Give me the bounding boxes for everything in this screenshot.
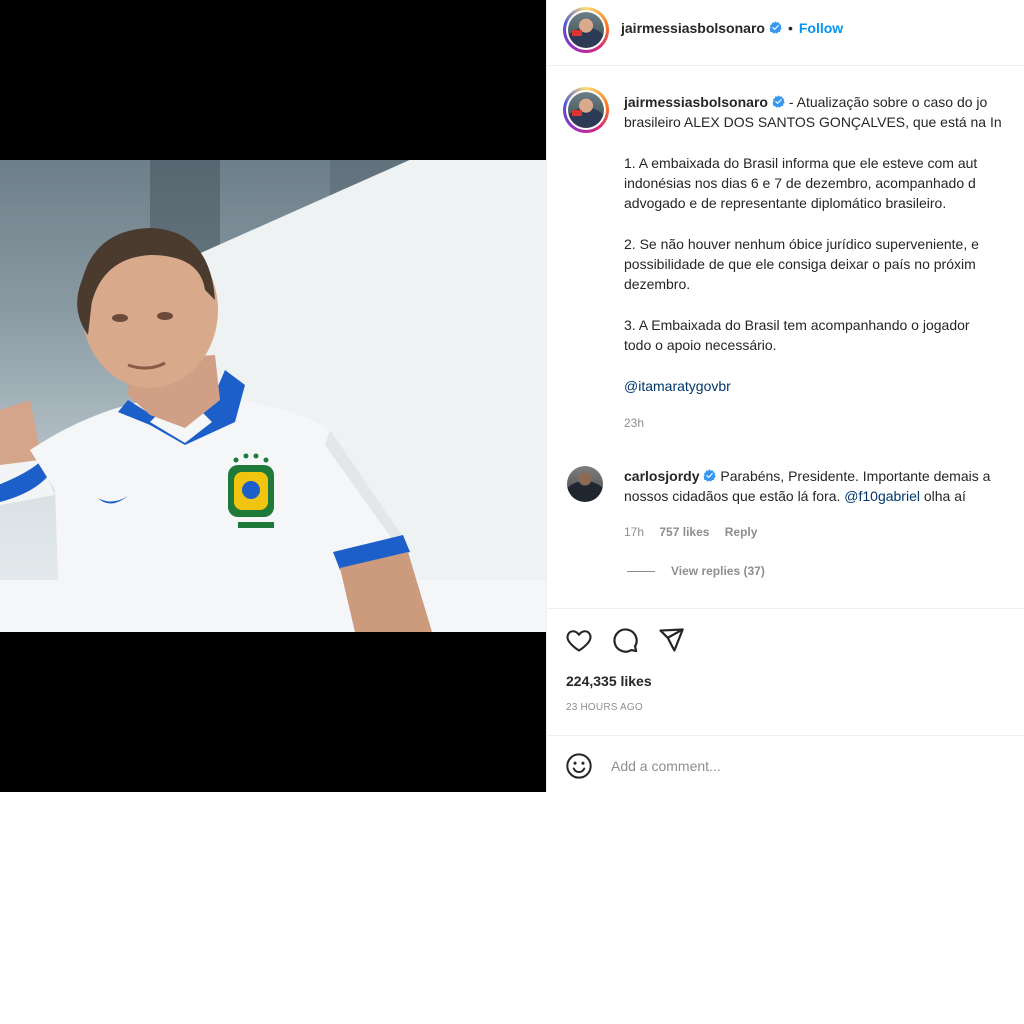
follow-button[interactable]: Follow [799,20,843,36]
caption-line: brasileiro ALEX DOS SANTOS GONÇALVES, qu… [624,114,1002,130]
comment-line: Parabéns, Presidente. Importante demais … [720,468,991,484]
view-replies-label: View replies (37) [671,564,765,578]
caption-line: 2. Se não houver nenhum óbice jurídico s… [624,236,979,252]
heart-icon[interactable] [565,626,593,654]
caption-line: 3. A Embaixada do Brasil tem acompanhand… [624,317,970,333]
caption-line: - Atualização sobre o caso do jo [788,94,988,110]
comment-likes-count[interactable]: 757 likes [659,525,709,539]
post-header: jairmessiasbolsonaro • Follow [547,0,1024,66]
caption-line: possibilidade de que ele consiga deixar … [624,256,976,272]
caption-line: todo o apoio necessário. [624,337,777,353]
caption-line: 1. A embaixada do Brasil informa que ele… [624,155,978,171]
comment-line: nossos cidadãos que estão lá fora. [624,488,841,504]
view-replies-line [627,571,655,573]
caption-line: advogado e de representante diplomático … [624,195,947,211]
comment-bubble-icon[interactable] [611,626,639,654]
verified-badge-icon [772,95,785,108]
comment-timestamp[interactable]: 17h [624,525,644,539]
add-comment-input[interactable] [611,754,991,778]
post-media[interactable] [0,0,546,792]
caption-author-avatar[interactable] [563,87,609,133]
verified-badge-icon [769,21,782,34]
caption-author-avatar-image [568,92,604,128]
reply-button[interactable]: Reply [725,525,758,539]
author-username[interactable]: jairmessiasbolsonaro [621,20,765,36]
caption-timestamp[interactable]: 23h [624,416,644,430]
caption-line: indonésias nos dias 6 e 7 de dezembro, a… [624,175,976,191]
comment-meta: 17h 757 likes Reply [624,525,769,539]
commenter-avatar[interactable] [567,466,603,502]
post-photo[interactable] [0,160,546,632]
comment-mention-link[interactable]: @f10gabriel [844,488,920,504]
caption-text: jairmessiasbolsonaro - Atualização sobre… [624,92,1024,432]
comment-text: carlosjordy Parabéns, Presidente. Import… [624,466,1024,506]
add-comment-row [547,735,1024,792]
caption-line: dezembro. [624,276,691,292]
caption-mention-link[interactable]: @itamaratygovbr [624,378,731,394]
post-time-ago[interactable]: 23 HOURS AGO [566,702,643,713]
paper-plane-icon[interactable] [657,626,685,654]
view-replies-button[interactable]: View replies (37) [627,564,765,578]
author-avatar-image [568,12,604,48]
post-actions [547,608,1024,736]
smiley-icon[interactable] [565,752,593,780]
photo-person [0,228,432,632]
header-separator: • [787,20,793,36]
comment-line: olha aí [923,488,966,504]
author-avatar[interactable] [563,7,609,53]
commenter-username[interactable]: carlosjordy [624,468,699,484]
post-sidebar: jairmessiasbolsonaro • Follow jairmessiasb… [546,0,1024,792]
verified-badge-icon [704,469,717,482]
likes-count[interactable]: 224,335 likes [566,673,652,689]
caption-author-username[interactable]: jairmessiasbolsonaro [624,94,768,110]
